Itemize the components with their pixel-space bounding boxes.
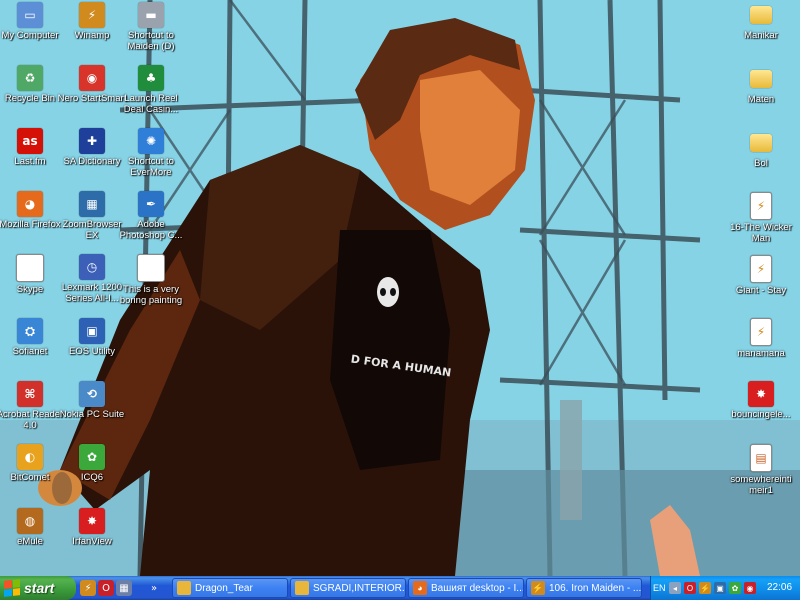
- desktop-icon-label: manamana: [737, 348, 785, 359]
- desktop-icon-label: 16-The Wicker Man: [730, 222, 792, 244]
- language-indicator[interactable]: EN: [653, 583, 666, 593]
- desktop-icon[interactable]: ♣ Launch Reel Deal Casin...: [114, 65, 188, 115]
- desktop-icon-label: This is a very boring painting: [119, 284, 183, 306]
- chevron-icon[interactable]: »: [146, 580, 162, 596]
- windows-logo-icon: [4, 579, 20, 597]
- recycle-bin-icon: ♻: [17, 65, 43, 91]
- acrobat-icon: ⌘: [17, 381, 43, 407]
- tray-icq-icon[interactable]: ✿: [729, 582, 741, 594]
- eos-utility-icon: ▣: [79, 318, 105, 344]
- winamp-file-icon: ⚡: [750, 255, 772, 283]
- irfanview-icon: ✸: [79, 508, 105, 534]
- taskbar-button[interactable]: Dragon_Tear: [172, 578, 288, 598]
- tray-security-icon[interactable]: ◉: [744, 582, 756, 594]
- taskbar-button-label: 106. Iron Maiden - ...: [549, 582, 642, 594]
- opera-icon[interactable]: O: [98, 580, 114, 596]
- desktop-icon-label: somewhereinti meir1: [730, 474, 792, 496]
- tray-network-icon[interactable]: ▣: [714, 582, 726, 594]
- system-tray: EN ◂ O ⚡ ▣ ✿ ◉ 22:06: [650, 576, 800, 600]
- tray-volume-icon[interactable]: ◂: [669, 582, 681, 594]
- taskbar: start ⚡ O ▦» Dragon_Tear SGRADI,INTERIOR...…: [0, 576, 800, 600]
- desktop-icon[interactable]: ✒ Adobe Photoshop C...: [114, 191, 188, 241]
- calendar-icon[interactable]: ▦: [116, 580, 132, 596]
- network-icon: ⛭: [17, 318, 43, 344]
- lexmark-icon: ◷: [79, 254, 105, 280]
- bitcomet-icon: ◐: [17, 444, 43, 470]
- start-button[interactable]: start: [0, 576, 76, 600]
- desktop-icon[interactable]: ▤ somewhereinti meir1: [724, 444, 798, 496]
- folder-icon: [295, 581, 309, 595]
- desktop-icon[interactable]: ⚡ manamana: [724, 318, 798, 359]
- word-doc-icon: W: [137, 254, 165, 282]
- firefox-icon: ◕: [17, 191, 43, 217]
- winamp-icon[interactable]: ⚡: [80, 580, 96, 596]
- desktop-icon-label: Shortcut to Maiden (D): [127, 30, 175, 52]
- icq-icon: ✿: [79, 444, 105, 470]
- tray-opera-icon[interactable]: O: [684, 582, 696, 594]
- winamp-icon: ⚡: [79, 2, 105, 28]
- desktop-icon[interactable]: Bol: [724, 130, 798, 169]
- drive-icon: ▬: [138, 2, 164, 28]
- desktop-icon-label: Nokia PC Suite: [59, 409, 125, 420]
- photoshop-icon: ✒: [138, 191, 164, 217]
- taskbar-button-label: SGRADI,INTERIOR...: [313, 582, 406, 594]
- skype-doc-icon: ≡: [16, 254, 44, 282]
- desktop-icon[interactable]: ✸ bouncingele...: [724, 381, 798, 420]
- desktop-icon[interactable]: ✸ IrfanView: [55, 508, 129, 547]
- tray-winamp-icon[interactable]: ⚡: [699, 582, 711, 594]
- desktop-icon-label: Launch Reel Deal Casin...: [123, 93, 179, 115]
- desktop-icon-label: IrfanView: [72, 536, 112, 547]
- folder-icon: [750, 70, 772, 88]
- folder-icon: [750, 134, 772, 152]
- desktop-icon[interactable]: ▬ Shortcut to Maiden (D): [114, 2, 188, 52]
- desktop-icon[interactable]: ▣ EOS Utility: [55, 318, 129, 357]
- desktop-icon-label: EOS Utility: [69, 346, 115, 357]
- desktop-icon[interactable]: ⚡ Giant - Stay: [724, 255, 798, 296]
- desktop-icon[interactable]: ✺ Shortcut to EverMore: [114, 128, 188, 178]
- winamp-file-icon: ⚡: [750, 192, 772, 220]
- lastfm-icon: as: [17, 128, 43, 154]
- desktop-icon-label: ICQ6: [80, 472, 104, 483]
- start-label: start: [24, 580, 55, 596]
- emule-icon: ◍: [17, 508, 43, 534]
- desktop-icon-label: bouncingele...: [731, 409, 791, 420]
- desktop-icon-label: Manikar: [744, 30, 778, 41]
- desktop-icon-label: Adobe Photoshop C...: [119, 219, 183, 241]
- firefox-icon: ◕: [413, 581, 427, 595]
- desktop-icon[interactable]: ⚡ 16-The Wicker Man: [724, 192, 798, 244]
- desktop-icon-label: Shortcut to EverMore: [128, 156, 174, 178]
- uk-flag-icon: ✚: [79, 128, 105, 154]
- desktop-icon[interactable]: ✿ ICQ6: [55, 444, 129, 483]
- taskbar-button[interactable]: ⚡ 106. Iron Maiden - ...: [526, 578, 642, 598]
- desktop-icon[interactable]: Manikar: [724, 2, 798, 41]
- desktop-icon-label: Maten: [747, 94, 775, 105]
- folder-icon: [177, 581, 191, 595]
- nero-icon: ◉: [79, 65, 105, 91]
- desktop-icon[interactable]: Maten: [724, 66, 798, 105]
- winamp-file-icon: ⚡: [750, 318, 772, 346]
- taskbar-button-label: Вашият desktop - I...: [431, 582, 524, 594]
- taskbar-button-label: Dragon_Tear: [195, 582, 253, 594]
- desktop-icon[interactable]: W This is a very boring painting: [114, 254, 188, 306]
- nokia-icon: ⟲: [79, 381, 105, 407]
- desktop-icon-label: Bol: [754, 158, 768, 169]
- taskbar-button[interactable]: SGRADI,INTERIOR...: [290, 578, 406, 598]
- irfanview-file-icon: ✸: [748, 381, 774, 407]
- desktop-icon[interactable]: ⟲ Nokia PC Suite: [55, 381, 129, 420]
- folder-icon: [750, 6, 772, 24]
- winamp-icon: ⚡: [531, 581, 545, 595]
- zoombrowser-icon: ▦: [79, 191, 105, 217]
- image-file-icon: ▤: [750, 444, 772, 472]
- evermore-icon: ✺: [138, 128, 164, 154]
- desktop-icon-label: Giant - Stay: [735, 285, 787, 296]
- clock[interactable]: 22:06: [767, 582, 792, 593]
- computer-icon: ▭: [17, 2, 43, 28]
- casino-icon: ♣: [138, 65, 164, 91]
- taskbar-button[interactable]: ◕ Вашият desktop - I...: [408, 578, 524, 598]
